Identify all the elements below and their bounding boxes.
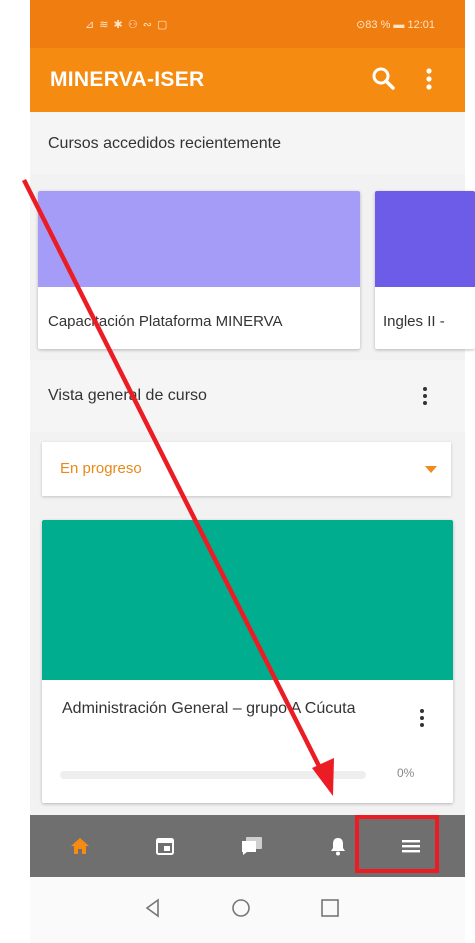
status-icons: ⊿ ≋ ✱ ⚇ ∾ ▢ <box>85 19 169 31</box>
search-icon[interactable] <box>370 64 398 94</box>
course-name: Administración General – grupo A Cúcuta <box>62 700 356 717</box>
course-overview-header: Vista general de curso <box>30 360 465 432</box>
home-system-button[interactable] <box>228 895 254 921</box>
course-image <box>375 191 475 287</box>
recent-course-label: Ingles II - <box>383 313 445 330</box>
recents-button[interactable] <box>317 895 343 921</box>
course-image <box>38 191 360 287</box>
nav-calendar[interactable] <box>129 815 199 877</box>
circle-home-icon <box>232 899 250 917</box>
overview-options-icon[interactable] <box>415 385 435 409</box>
menu-highlight-box <box>355 815 439 873</box>
more-vert-icon[interactable] <box>417 64 445 94</box>
back-button[interactable] <box>140 895 166 921</box>
recent-courses-header: Cursos accedidos recientemente <box>30 112 465 174</box>
recent-courses-title: Cursos accedidos recientemente <box>48 135 282 152</box>
system-navigation-bar <box>30 877 465 943</box>
course-progress-bar <box>60 771 366 779</box>
home-icon <box>71 838 89 854</box>
back-icon <box>145 898 159 918</box>
app-bar: MINERVA-ISER <box>30 48 465 112</box>
calendar-icon <box>156 838 174 855</box>
status-bar: ⊿ ≋ ✱ ⚇ ∾ ▢ ⊙83 % ▬ 12:01 <box>30 0 465 48</box>
course-options-icon[interactable] <box>412 707 432 731</box>
course-filter-value: En progreso <box>60 460 142 477</box>
square-recents-icon <box>321 899 339 917</box>
status-battery-time: ⊙83 % ▬ 12:01 <box>356 19 435 31</box>
caret-down-icon <box>425 466 437 473</box>
nav-messages[interactable] <box>215 815 285 877</box>
course-card[interactable]: Administración General – grupo A Cúcuta … <box>42 520 453 803</box>
course-overview-title: Vista general de curso <box>48 387 207 404</box>
messages-icon <box>242 837 262 855</box>
recent-course-card[interactable]: Ingles II - <box>375 191 475 349</box>
nav-home[interactable] <box>44 815 114 877</box>
recent-course-label: Capacitación Plataforma MINERVA <box>48 313 283 330</box>
app-title: MINERVA-ISER <box>50 68 205 91</box>
course-filter-select[interactable]: En progreso <box>42 442 451 496</box>
notifications-icon <box>331 838 345 856</box>
recent-course-card[interactable]: Capacitación Plataforma MINERVA <box>38 191 360 349</box>
course-image <box>42 520 453 680</box>
phone-screen: ⊿ ≋ ✱ ⚇ ∾ ▢ ⊙83 % ▬ 12:01 MINERVA-ISER C… <box>30 0 475 943</box>
course-progress-label: 0% <box>397 766 415 780</box>
